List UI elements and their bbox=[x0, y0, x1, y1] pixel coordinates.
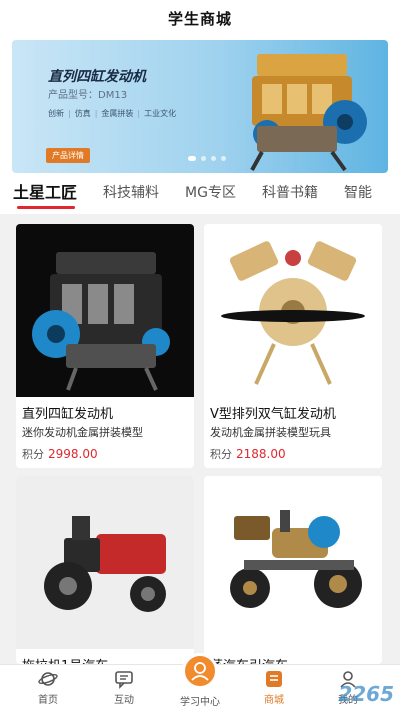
banner-tag: 金属拼装 bbox=[95, 108, 133, 119]
product-card[interactable]: 蒸汽车引汽车 bbox=[204, 476, 382, 664]
product-image bbox=[16, 224, 194, 397]
product-grid: 直列四缸发动机 迷你发动机金属拼装模型 积分 2998.00 V型排列双气缸发动机… bbox=[0, 214, 400, 664]
product-price: 积分 2998.00 bbox=[16, 440, 194, 462]
tab-category[interactable]: 智能 bbox=[331, 176, 385, 210]
engine-image bbox=[250, 54, 367, 172]
carousel-dot[interactable] bbox=[201, 156, 206, 161]
price-value: 2188.00 bbox=[236, 447, 286, 461]
carousel-indicator bbox=[188, 156, 226, 161]
product-name: V型排列双气缸发动机 bbox=[210, 407, 336, 422]
category-tabs: 土星工匠 科技辅料 MG专区 科普书籍 智能 bbox=[0, 176, 400, 210]
product-name: 拖拉机1号汽车 bbox=[16, 649, 194, 664]
banner-tags: 创新 仿真 金属拼装 工业文化 bbox=[48, 108, 176, 119]
carousel-dot[interactable] bbox=[188, 156, 196, 161]
price-label: 积分 bbox=[210, 448, 232, 461]
product-card[interactable]: 直列四缸发动机 迷你发动机金属拼装模型 积分 2998.00 bbox=[16, 224, 194, 468]
tab-category[interactable]: 科普书籍 bbox=[249, 176, 331, 210]
planet-icon bbox=[38, 672, 58, 686]
carousel-dot[interactable] bbox=[211, 156, 216, 161]
chat-icon bbox=[115, 671, 133, 689]
banner-tag: 工业文化 bbox=[137, 108, 176, 119]
product-image bbox=[16, 476, 194, 649]
tab-interact[interactable]: 互动 bbox=[94, 669, 154, 706]
tab-label: 首页 bbox=[38, 695, 58, 706]
tab-study-center[interactable]: 学习中心 bbox=[170, 693, 230, 708]
banner-title: 直列四缸发动机 bbox=[48, 69, 146, 85]
study-center-button[interactable] bbox=[182, 653, 218, 689]
promo-banner[interactable]: 直列四缸发动机 产品型号：DM13 创新 仿真 金属拼装 工业文化 产品详情 bbox=[12, 40, 388, 173]
product-card[interactable]: 拖拉机1号汽车 bbox=[16, 476, 194, 664]
watermark: 2265 bbox=[338, 682, 394, 706]
tab-label: 学习中心 bbox=[180, 697, 220, 708]
tab-label: 互动 bbox=[114, 695, 134, 706]
banner-tag: 创新 bbox=[48, 109, 64, 118]
product-image bbox=[204, 224, 382, 397]
tab-home[interactable]: 首页 bbox=[18, 669, 78, 706]
tab-category[interactable]: 土星工匠 bbox=[0, 176, 90, 210]
banner-tag: 仿真 bbox=[68, 108, 91, 119]
product-name: 直列四缸发动机 bbox=[22, 407, 114, 422]
price-label: 积分 bbox=[22, 448, 44, 461]
tab-shop[interactable]: 商城 bbox=[244, 669, 304, 706]
top-bar: 学生商城 bbox=[0, 0, 400, 36]
product-card[interactable]: V型排列双气缸发动机 发动机金属拼装模型玩具 积分 2188.00 bbox=[204, 224, 382, 468]
study-icon bbox=[191, 662, 209, 681]
tab-category[interactable]: MG专区 bbox=[172, 176, 249, 210]
product-desc: 迷你发动机金属拼装模型 bbox=[22, 426, 143, 439]
product-image bbox=[204, 476, 382, 649]
tab-label: 商城 bbox=[264, 695, 284, 706]
page-title: 学生商城 bbox=[167, 9, 232, 28]
banner-detail-button[interactable]: 产品详情 bbox=[46, 148, 90, 163]
product-desc: 发动机金属拼装模型玩具 bbox=[210, 426, 331, 439]
tab-category[interactable]: 科技辅料 bbox=[90, 176, 172, 210]
banner-model: 产品型号：DM13 bbox=[48, 90, 128, 101]
price-value: 2998.00 bbox=[48, 447, 98, 461]
carousel-dot[interactable] bbox=[221, 156, 226, 161]
product-name: 蒸汽车引汽车 bbox=[204, 649, 382, 664]
product-price: 积分 2188.00 bbox=[204, 440, 382, 462]
shop-icon bbox=[266, 671, 282, 687]
